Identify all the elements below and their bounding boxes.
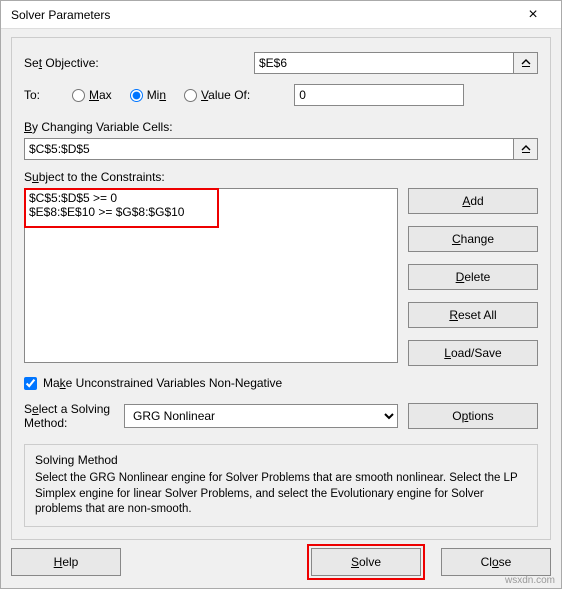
- solving-method-select[interactable]: GRG Nonlinear: [124, 404, 398, 428]
- select-method-label: Select a Solving Method:: [24, 402, 114, 430]
- radio-valueof-input[interactable]: [184, 89, 197, 102]
- change-button[interactable]: Change: [408, 226, 538, 252]
- solve-button[interactable]: Solve: [311, 548, 421, 576]
- unconstrained-label: Make Unconstrained Variables Non-Negativ…: [43, 376, 282, 390]
- solver-parameters-dialog: Solver Parameters × Set Objective: To:: [0, 0, 562, 589]
- dialog-footer: Help Solve Close: [11, 548, 551, 576]
- radio-min-label: Min: [147, 88, 166, 102]
- options-button[interactable]: Options: [408, 403, 538, 429]
- delete-button[interactable]: Delete: [408, 264, 538, 290]
- changing-ref-button[interactable]: [514, 138, 538, 160]
- help-button[interactable]: Help: [11, 548, 121, 576]
- changing-cells-label: By Changing Variable Cells:: [24, 120, 538, 134]
- collapse-icon: [521, 58, 531, 68]
- dialog-title: Solver Parameters: [11, 8, 110, 22]
- solving-method-info: Solving Method Select the GRG Nonlinear …: [24, 444, 538, 527]
- titlebar: Solver Parameters ×: [1, 1, 561, 29]
- unconstrained-checkbox-row[interactable]: Make Unconstrained Variables Non-Negativ…: [24, 376, 538, 390]
- info-text: Select the GRG Nonlinear engine for Solv…: [35, 471, 527, 518]
- reset-all-button[interactable]: Reset All: [408, 302, 538, 328]
- radio-max[interactable]: Max: [72, 88, 112, 102]
- add-button[interactable]: Add: [408, 188, 538, 214]
- set-objective-label: Set Objective:: [24, 56, 254, 70]
- unconstrained-checkbox[interactable]: [24, 377, 37, 390]
- close-icon[interactable]: ×: [513, 7, 553, 23]
- radio-min-input[interactable]: [130, 89, 143, 102]
- main-group: Set Objective: To: Max Min: [11, 37, 551, 540]
- changing-cells-input[interactable]: [24, 138, 514, 160]
- info-header: Solving Method: [35, 453, 527, 467]
- load-save-button[interactable]: Load/Save: [408, 340, 538, 366]
- radio-max-label: Max: [89, 88, 112, 102]
- set-objective-input[interactable]: [254, 52, 514, 74]
- constraints-label: Subject to the Constraints:: [24, 170, 538, 184]
- radio-max-input[interactable]: [72, 89, 85, 102]
- radio-min[interactable]: Min: [130, 88, 166, 102]
- constraints-list[interactable]: $C$5:$D$5 >= 0 $E$8:$E$10 >= $G$8:$G$10: [24, 188, 398, 363]
- radio-valueof[interactable]: Value Of:: [184, 88, 250, 102]
- to-label: To:: [24, 88, 54, 102]
- valueof-input[interactable]: [294, 84, 464, 106]
- close-button[interactable]: Close: [441, 548, 551, 576]
- objective-ref-button[interactable]: [514, 52, 538, 74]
- collapse-icon: [521, 144, 531, 154]
- radio-valueof-label: Value Of:: [201, 88, 250, 102]
- watermark: wsxdn.com: [505, 575, 555, 586]
